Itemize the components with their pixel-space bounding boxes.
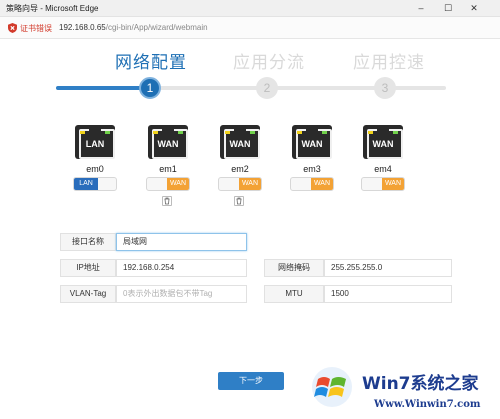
step-label-app-routing: 应用分流 (233, 53, 305, 73)
ip-address-label: IP地址 (60, 259, 116, 277)
trash-icon (164, 197, 170, 205)
ethernet-port-icon: WAN (148, 125, 188, 159)
watermark: Win7系统之家 Www.Winwin7.com (302, 363, 500, 419)
step-dot-3: 3 (374, 77, 396, 99)
port-em3: WAN (290, 125, 334, 159)
ethernet-port-icon: WAN (220, 125, 260, 159)
trash-icon (236, 197, 242, 205)
vlan-tag-input[interactable]: 0表示外出数据包不带Tag (116, 285, 247, 303)
shield-warning-icon (8, 23, 17, 33)
ip-address-input[interactable]: 192.168.0.254 (116, 259, 247, 277)
ethernet-port-icon: WAN (292, 125, 332, 159)
mtu-label: MTU (264, 285, 324, 303)
lan-wan-toggle-em4[interactable]: WAN (361, 177, 405, 191)
led-indicator (153, 131, 158, 134)
toggle-wan-label: WAN (239, 178, 261, 190)
window-titlebar: 策略向导 - Microsoft Edge – ☐ ✕ (0, 0, 500, 17)
port-name: em3 (303, 164, 321, 174)
next-button[interactable]: 下一步 (218, 372, 284, 390)
interface-name-input[interactable]: 局域网 (116, 233, 247, 251)
led-indicator (297, 131, 302, 134)
url-host: 192.168.0.65 (59, 23, 106, 32)
interface-name-label: 接口名称 (60, 233, 116, 251)
port-name: em1 (159, 164, 177, 174)
port-em0: LAN (73, 125, 117, 159)
port-name: em4 (374, 164, 392, 174)
netmask-label: 网络掩码 (264, 259, 324, 277)
port-em2: WAN (218, 125, 262, 159)
address-bar[interactable]: 证书错误 192.168.0.65/cgi-bin/App/wizard/web… (0, 17, 500, 39)
watermark-text: Win7系统之家 (362, 374, 479, 394)
windows-logo-icon (312, 367, 352, 407)
url-path: /cgi-bin/App/wizard/webmain (105, 23, 208, 32)
lan-wan-toggle-em1[interactable]: WAN (146, 177, 190, 191)
toggle-wan-label: WAN (311, 178, 333, 190)
led-indicator (393, 131, 398, 134)
led-indicator (368, 131, 373, 134)
progress-track-remaining (151, 86, 446, 90)
step-label-network: 网络配置 (115, 53, 187, 73)
netmask-input[interactable]: 255.255.255.0 (324, 259, 452, 277)
lan-wan-toggle-em2[interactable]: WAN (218, 177, 262, 191)
port-type-label: WAN (372, 139, 394, 149)
window-title: 策略向导 - Microsoft Edge (6, 4, 99, 13)
led-indicator (225, 131, 230, 134)
toggle-wan-label: WAN (382, 178, 404, 190)
step-dot-2: 2 (256, 77, 278, 99)
minimize-button[interactable]: – (410, 0, 432, 17)
led-indicator (178, 131, 183, 134)
step-label-app-speed: 应用控速 (353, 53, 425, 73)
port-type-label: WAN (229, 139, 251, 149)
toggle-lan-label: LAN (74, 178, 98, 190)
delete-port-em2-button[interactable] (234, 196, 244, 206)
port-type-label: WAN (301, 139, 323, 149)
port-type-label: WAN (157, 139, 179, 149)
port-name: em0 (86, 164, 104, 174)
ethernet-port-icon: WAN (363, 125, 403, 159)
mtu-input[interactable]: 1500 (324, 285, 452, 303)
ethernet-port-icon: LAN (75, 125, 115, 159)
lan-wan-toggle-em0[interactable]: LAN (73, 177, 117, 191)
toggle-wan-label: WAN (167, 178, 189, 190)
progress-track-done (56, 86, 151, 90)
port-type-label: LAN (85, 139, 105, 149)
delete-port-em1-button[interactable] (162, 196, 172, 206)
vlan-tag-label: VLAN-Tag (60, 285, 116, 303)
port-name: em2 (231, 164, 249, 174)
port-em4: WAN (361, 125, 405, 159)
step-dot-1: 1 (139, 77, 161, 99)
led-indicator (80, 131, 85, 134)
port-em1: WAN (146, 125, 190, 159)
led-indicator (250, 131, 255, 134)
certificate-error-label[interactable]: 证书错误 (20, 23, 52, 34)
lan-wan-toggle-em3[interactable]: WAN (290, 177, 334, 191)
url-text[interactable]: 192.168.0.65/cgi-bin/App/wizard/webmain (59, 23, 208, 32)
maximize-button[interactable]: ☐ (437, 0, 459, 17)
close-button[interactable]: ✕ (463, 0, 485, 17)
led-indicator (322, 131, 327, 134)
watermark-url: Www.Winwin7.com (374, 399, 481, 410)
led-indicator (105, 131, 110, 134)
